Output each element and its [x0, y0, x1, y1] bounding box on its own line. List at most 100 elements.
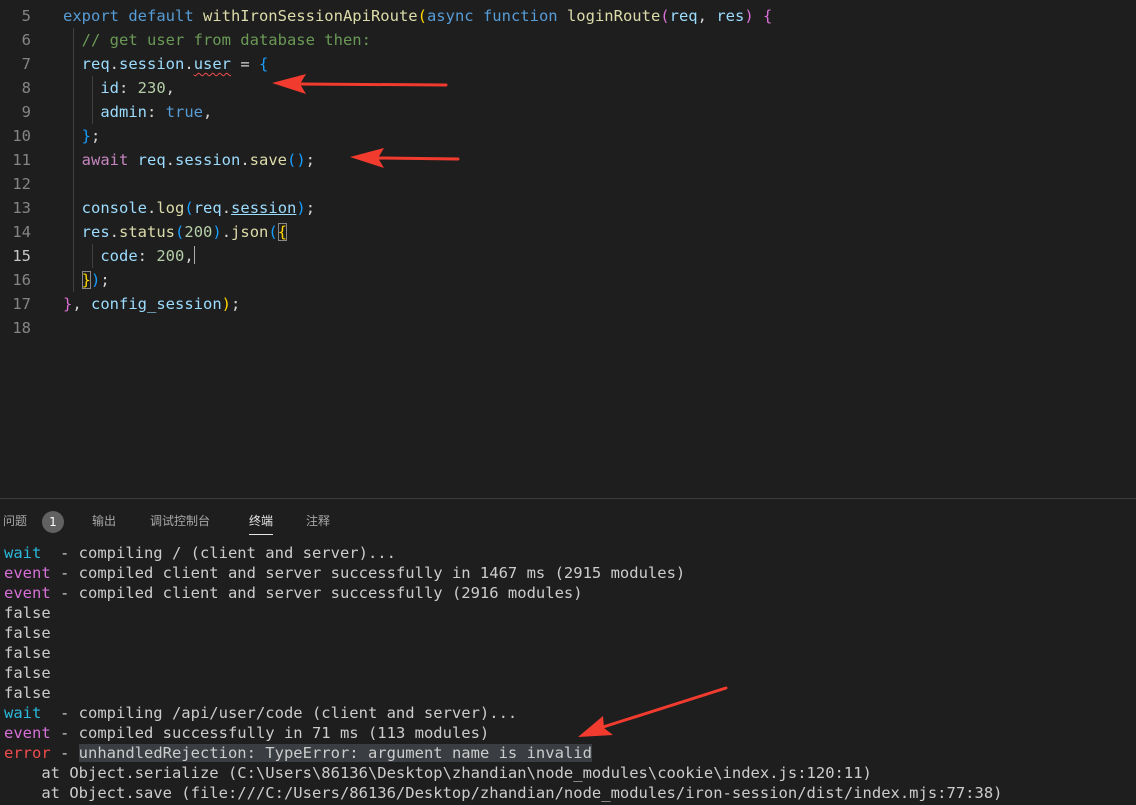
code-text: }, config_session);: [63, 292, 240, 316]
line-number: 16: [12, 271, 31, 289]
terminal-line: event - compiled successfully in 71 ms (…: [4, 723, 489, 743]
code-token: {: [277, 223, 288, 241]
code-token: true: [165, 103, 203, 121]
code-token: (: [268, 223, 278, 241]
code-token: .: [165, 151, 175, 169]
log-text: - compiling /api/user/code (client and s…: [41, 704, 518, 722]
code-line[interactable]: 16 });: [0, 268, 1136, 292]
code-token: config_session: [91, 295, 222, 313]
code-token: status: [119, 223, 176, 241]
code-text: req.session.user = {: [63, 52, 269, 76]
code-editor[interactable]: 5 export default withIronSessionApiRoute(…: [0, 0, 1136, 498]
code-line[interactable]: 11 await req.session.save();: [0, 148, 1136, 172]
code-token: req: [669, 7, 698, 25]
line-number: 18: [12, 319, 31, 337]
code-token: function: [482, 7, 567, 25]
code-line[interactable]: 8 id: 230,: [0, 76, 1136, 100]
code-token: 230: [137, 79, 166, 97]
line-number: 15: [12, 247, 31, 265]
code-token: log: [156, 199, 185, 217]
code-line[interactable]: 13 console.log(req.session);: [0, 196, 1136, 220]
log-text: false: [4, 644, 51, 662]
log-text: - compiled client and server successfull…: [50, 584, 583, 602]
code-token: .: [240, 151, 250, 169]
code-token: res: [63, 223, 110, 241]
code-token: save: [249, 151, 287, 169]
code-line[interactable]: 5 export default withIronSessionApiRoute(…: [0, 4, 1136, 28]
terminal-line: false: [4, 683, 51, 703]
line-number: 12: [12, 175, 31, 193]
terminal-line: false: [4, 663, 51, 683]
log-text: false: [4, 604, 51, 622]
code-line[interactable]: 18: [0, 316, 1136, 340]
highlighted-error-text: unhandledRejection: TypeError: argument …: [78, 744, 592, 762]
code-line[interactable]: 9 admin: true,: [0, 100, 1136, 124]
tab-terminal[interactable]: 终端: [249, 513, 274, 535]
terminal-line: event - compiled client and server succe…: [4, 583, 583, 603]
terminal-line: wait - compiling /api/user/code (client …: [4, 703, 517, 723]
code-text: id: 230,: [63, 76, 175, 100]
code-token: req: [193, 199, 222, 217]
code-token: admin: [63, 103, 147, 121]
line-number: 8: [21, 79, 31, 97]
code-text: code: 200,: [63, 244, 195, 268]
code-token: }: [63, 295, 73, 313]
log-level-tag: event: [4, 564, 51, 582]
code-line[interactable]: 12: [0, 172, 1136, 196]
log-text: -: [50, 744, 79, 762]
code-token: {: [763, 7, 773, 25]
line-number: 13: [12, 199, 31, 217]
tab-output[interactable]: 输出: [92, 513, 116, 537]
log-text: false: [4, 624, 51, 642]
line-number: 9: [21, 103, 31, 121]
code-token: await: [63, 151, 138, 169]
code-token: 200: [156, 247, 185, 265]
terminal-line: wait - compiling / (client and server)..…: [4, 543, 396, 563]
code-token: (: [417, 7, 427, 25]
log-text: - compiled successfully in 71 ms (113 mo…: [50, 724, 490, 742]
code-line[interactable]: 17}, config_session);: [0, 292, 1136, 316]
code-line[interactable]: 7 req.session.user = {: [0, 52, 1136, 76]
code-line[interactable]: 14 res.status(200).json({: [0, 220, 1136, 244]
log-level-tag: wait: [4, 544, 42, 562]
code-line[interactable]: 15 code: 200,: [0, 244, 1136, 268]
code-line[interactable]: 10 };: [0, 124, 1136, 148]
line-number: 14: [12, 223, 31, 241]
line-number: 11: [12, 151, 31, 169]
code-text: admin: true,: [63, 100, 212, 124]
code-token: .: [109, 55, 120, 73]
code-token: default: [128, 7, 203, 25]
code-text: });: [63, 268, 110, 292]
tab-problems[interactable]: 问题: [3, 513, 27, 537]
panel-tabs: 问题 1 输出 调试控制台 终端 注释: [0, 499, 1136, 543]
problems-count-badge: 1: [42, 511, 64, 533]
code-text: // get user from database then:: [63, 28, 371, 52]
code-token: (: [660, 7, 670, 25]
tab-debug-console[interactable]: 调试控制台: [150, 513, 210, 537]
code-text: res.status(200).json({: [63, 220, 288, 244]
code-token: .: [221, 223, 232, 241]
line-number: 5: [21, 7, 31, 25]
log-text: at Object.serialize (C:\Users\86136\Desk…: [4, 764, 872, 782]
code-token: ;: [100, 271, 110, 289]
code-token: :: [147, 103, 166, 121]
code-token: .: [184, 55, 194, 73]
code-text: };: [63, 124, 101, 148]
code-line[interactable]: 6 // get user from database then:: [0, 28, 1136, 52]
log-level-tag: wait: [4, 704, 42, 722]
code-token: .: [221, 199, 232, 217]
terminal-line: false: [4, 643, 51, 663]
code-token: ): [212, 223, 222, 241]
terminal-line: false: [4, 603, 51, 623]
code-token: (: [175, 223, 185, 241]
line-number: 10: [12, 127, 31, 145]
code-token: ,: [184, 247, 194, 265]
log-text: at Object.save (file:///C:/Users/86136/D…: [4, 784, 1003, 802]
code-token: export: [63, 7, 129, 25]
code-token: (): [287, 151, 306, 169]
log-level-tag: event: [4, 584, 51, 602]
tab-comments[interactable]: 注释: [306, 513, 330, 537]
code-token: ;: [91, 127, 101, 145]
code-token: session: [175, 151, 241, 169]
